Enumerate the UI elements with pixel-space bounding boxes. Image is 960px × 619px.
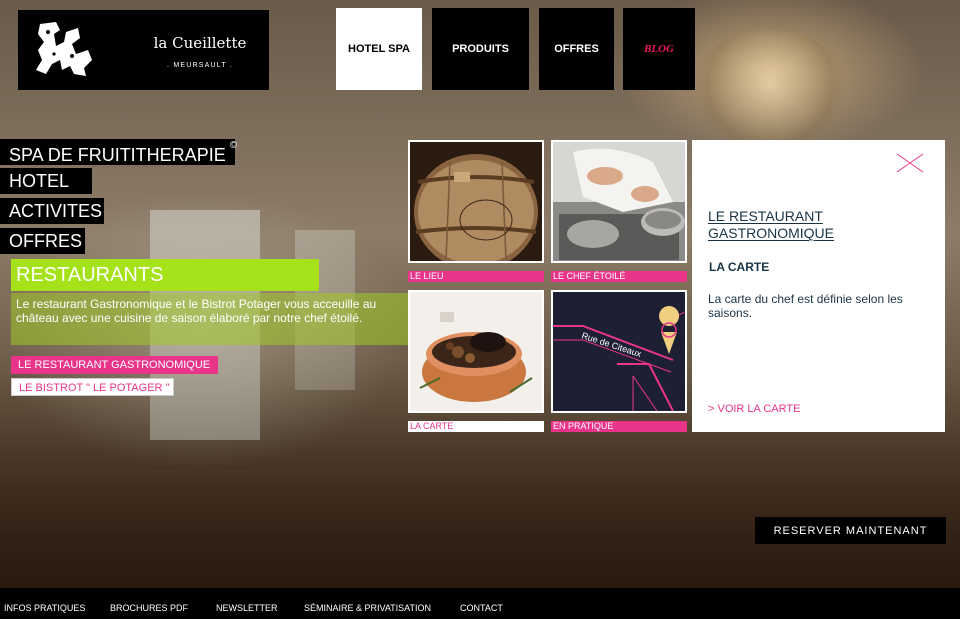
topnav-label: BLOG bbox=[644, 43, 674, 55]
link-restaurant-gastronomique[interactable]: LE RESTAURANT GASTRONOMIQUE bbox=[11, 356, 218, 374]
reserve-button[interactable]: RESERVER MAINTENANT bbox=[755, 517, 946, 544]
topnav-offres[interactable]: OFFRES bbox=[539, 8, 614, 90]
topnav-produits[interactable]: PRODUITS bbox=[432, 8, 529, 90]
restaurants-description: Le restaurant Gastronomique et le Bistro… bbox=[11, 293, 409, 345]
logo[interactable]: la Cueillette . MEURSAULT . bbox=[18, 10, 269, 90]
reserve-label: RESERVER MAINTENANT bbox=[773, 524, 928, 537]
tile-en-pratique[interactable]: Rue de Citeaux bbox=[551, 290, 687, 413]
logo-mark-icon bbox=[36, 22, 92, 76]
tile-label-chef-etoile[interactable]: LE CHEF ÉTOILÉ bbox=[551, 271, 687, 282]
footer: INFOS PRATIQUES BROCHURES PDF NEWSLETTER… bbox=[0, 588, 960, 619]
restaurants-title: RESTAURANTS bbox=[11, 259, 319, 291]
tile-chef-etoile[interactable] bbox=[551, 140, 687, 263]
leftmenu-label: ACTIVITES bbox=[9, 201, 103, 221]
topnav-label: OFFRES bbox=[554, 43, 599, 55]
background-chandelier bbox=[690, 30, 850, 150]
brand-subtitle: . MEURSAULT . bbox=[167, 62, 233, 69]
leftmenu-label: HOTEL bbox=[9, 171, 70, 191]
panel-title: LE RESTAURANT GASTRONOMIQUE bbox=[708, 208, 835, 241]
leftmenu-hotel[interactable]: HOTEL bbox=[0, 168, 92, 194]
footer-contact[interactable]: CONTACT bbox=[460, 603, 503, 613]
map-photo-icon: Rue de Citeaux bbox=[553, 292, 685, 411]
brand-name: la Cueillette bbox=[153, 34, 247, 52]
tile-label-la-carte[interactable]: LA CARTE bbox=[408, 421, 544, 432]
footer-brochures-pdf[interactable]: BROCHURES PDF bbox=[110, 603, 188, 613]
leftmenu-activites[interactable]: ACTIVITES bbox=[0, 198, 104, 224]
barrel-photo-icon bbox=[410, 142, 542, 261]
leftmenu-label: OFFRES bbox=[9, 231, 83, 251]
copyright-mark: © bbox=[229, 140, 238, 151]
info-panel: LE RESTAURANT GASTRONOMIQUE LA CARTE La … bbox=[692, 140, 945, 432]
leftmenu-label: SPA DE FRUITITHERAPIE bbox=[9, 145, 226, 165]
link-bistrot-potager[interactable]: LE BISTROT " LE POTAGER " bbox=[11, 378, 174, 396]
tile-le-lieu[interactable] bbox=[408, 140, 544, 263]
topnav-blog[interactable]: BLOG bbox=[623, 8, 695, 90]
topnav-hotel-spa[interactable]: HOTEL SPA bbox=[336, 8, 422, 90]
tile-la-carte[interactable] bbox=[408, 290, 544, 413]
panel-subtitle: LA CARTE bbox=[709, 260, 770, 274]
tile-label-le-lieu[interactable]: LE LIEU bbox=[408, 271, 544, 282]
chef-photo-icon bbox=[553, 142, 685, 261]
tile-label-en-pratique[interactable]: EN PRATIQUE bbox=[551, 421, 687, 432]
topnav-label: PRODUITS bbox=[452, 43, 509, 55]
footer-newsletter[interactable]: NEWSLETTER bbox=[216, 603, 278, 613]
close-icon[interactable] bbox=[895, 152, 925, 174]
panel-text: La carte du chef est définie selon les s… bbox=[708, 292, 903, 320]
leftmenu-spa[interactable]: SPA DE FRUITITHERAPIE © bbox=[0, 139, 238, 165]
voir-la-carte-link[interactable]: > VOIR LA CARTE bbox=[708, 403, 800, 415]
leftmenu-offres[interactable]: OFFRES bbox=[0, 228, 85, 254]
dish-photo-icon bbox=[410, 292, 542, 411]
topnav-label: HOTEL SPA bbox=[348, 43, 410, 55]
footer-seminaire[interactable]: SÉMINAIRE & PRIVATISATION bbox=[304, 603, 431, 613]
footer-infos-pratiques[interactable]: INFOS PRATIQUES bbox=[4, 603, 85, 613]
